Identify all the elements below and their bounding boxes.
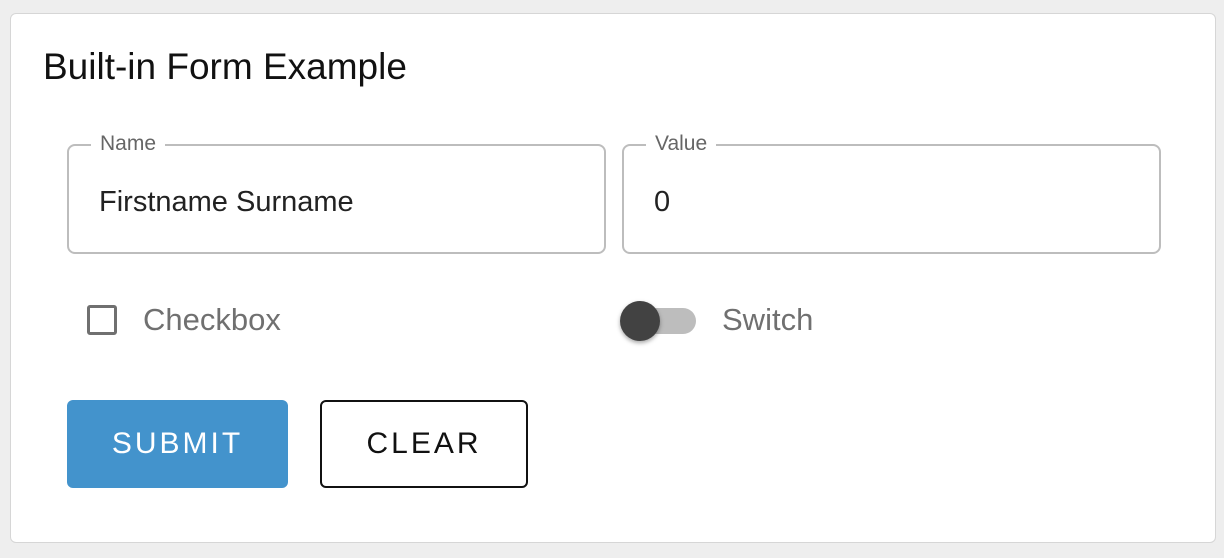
form-card: Built-in Form Example Name Value Checkbo… bbox=[10, 13, 1216, 543]
clear-button[interactable]: CLEAR bbox=[320, 400, 528, 488]
name-field-label: Name bbox=[91, 131, 166, 157]
name-field[interactable]: Name bbox=[67, 131, 606, 254]
checkbox-control[interactable]: Checkbox bbox=[87, 296, 281, 344]
switch-toggle[interactable] bbox=[620, 296, 700, 344]
switch-control[interactable]: Switch bbox=[620, 296, 813, 344]
checkbox-label: Checkbox bbox=[143, 302, 281, 337]
checkbox-box[interactable] bbox=[87, 305, 117, 335]
value-input[interactable] bbox=[654, 184, 1139, 220]
switch-thumb[interactable] bbox=[620, 301, 660, 341]
name-input[interactable] bbox=[99, 184, 584, 220]
switch-label: Switch bbox=[722, 302, 814, 337]
value-field[interactable]: Value bbox=[622, 131, 1161, 254]
submit-button[interactable]: SUBMIT bbox=[67, 400, 288, 488]
value-field-label: Value bbox=[646, 131, 717, 157]
form-title: Built-in Form Example bbox=[43, 46, 407, 87]
